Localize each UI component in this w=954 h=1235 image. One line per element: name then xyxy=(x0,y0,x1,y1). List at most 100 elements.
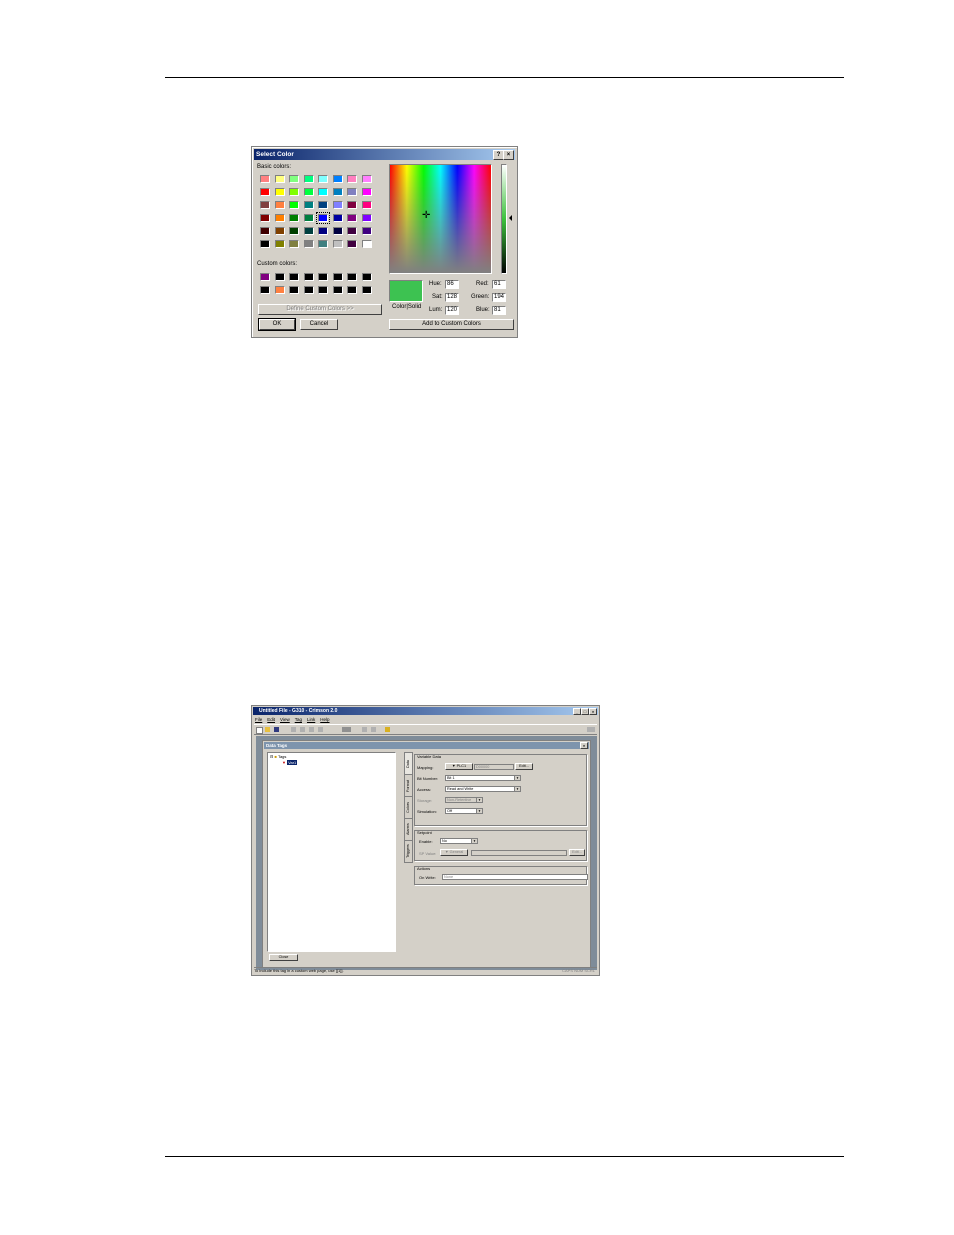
basic-color-swatch[interactable] xyxy=(347,175,357,183)
basic-color-swatch[interactable] xyxy=(318,201,328,209)
close-icon[interactable]: × xyxy=(503,150,514,160)
expand-icon[interactable]: ⊟ xyxy=(270,754,273,759)
custom-color-swatch[interactable] xyxy=(289,286,299,294)
basic-color-swatch[interactable] xyxy=(274,240,285,248)
basic-color-swatch[interactable] xyxy=(303,227,314,235)
window-close-icon[interactable]: × xyxy=(589,708,597,715)
basic-color-swatch[interactable] xyxy=(332,188,343,196)
tag-tree[interactable]: ⊟ ■ Tags ▼ Var1 xyxy=(267,752,396,952)
basic-color-swatch[interactable] xyxy=(347,201,357,209)
sat-field[interactable]: 128 xyxy=(445,293,459,302)
custom-color-swatch[interactable] xyxy=(332,273,343,281)
copy-icon[interactable] xyxy=(300,727,305,732)
basic-color-swatch[interactable] xyxy=(260,240,270,248)
paste-icon[interactable] xyxy=(309,727,314,732)
basic-color-swatch[interactable] xyxy=(289,175,299,183)
view-icon[interactable] xyxy=(342,727,351,732)
green-field[interactable]: 194 xyxy=(492,293,506,302)
custom-color-swatch[interactable] xyxy=(347,273,357,281)
mapping-edit-button[interactable]: Edit... xyxy=(515,763,533,770)
basic-color-swatch[interactable] xyxy=(347,227,357,235)
minimize-icon[interactable]: _ xyxy=(573,708,581,715)
blue-field[interactable]: 81 xyxy=(492,306,506,315)
custom-color-swatch[interactable] xyxy=(260,273,270,281)
basic-color-swatch[interactable] xyxy=(318,188,328,196)
basic-color-swatch[interactable] xyxy=(274,227,285,235)
ok-button[interactable]: OK xyxy=(258,318,296,331)
tab-alarms[interactable]: Alarms xyxy=(404,818,413,841)
on-write-field[interactable]: None xyxy=(442,874,588,880)
help-dropdown-icon[interactable] xyxy=(587,727,595,732)
basic-color-swatch[interactable] xyxy=(289,240,299,248)
save-icon[interactable] xyxy=(274,727,279,732)
basic-color-swatch[interactable] xyxy=(361,188,372,196)
basic-color-swatch[interactable] xyxy=(347,188,357,196)
basic-color-swatch[interactable] xyxy=(361,214,372,222)
basic-color-swatch[interactable] xyxy=(361,227,372,235)
basic-color-swatch[interactable] xyxy=(303,214,314,222)
luminosity-arrow-icon[interactable] xyxy=(509,215,512,221)
basic-color-swatch[interactable] xyxy=(303,240,314,248)
basic-color-swatch[interactable] xyxy=(361,201,372,209)
tab-data[interactable]: Data xyxy=(404,752,413,775)
custom-color-swatch[interactable] xyxy=(318,273,328,281)
red-field[interactable]: 61 xyxy=(492,280,506,289)
basic-color-swatch[interactable] xyxy=(260,175,270,183)
basic-color-swatch[interactable] xyxy=(274,175,285,183)
custom-color-swatch[interactable] xyxy=(318,286,328,294)
menu-tag[interactable]: Tag xyxy=(295,716,302,723)
child-close-icon[interactable]: × xyxy=(580,742,588,749)
custom-color-swatch[interactable] xyxy=(274,273,285,281)
basic-color-swatch[interactable] xyxy=(289,188,299,196)
cut-icon[interactable] xyxy=(291,727,296,732)
close-button[interactable]: Close xyxy=(269,954,298,961)
custom-color-swatch[interactable] xyxy=(303,273,314,281)
basic-color-swatch[interactable] xyxy=(274,201,285,209)
basic-color-swatch[interactable] xyxy=(318,175,328,183)
basic-color-swatch[interactable] xyxy=(289,201,299,209)
lightning-icon[interactable] xyxy=(385,727,390,732)
basic-color-swatch[interactable] xyxy=(260,214,270,222)
dropdown-arrow-icon[interactable]: ▼ xyxy=(471,839,477,843)
bit-number-select[interactable]: Bit 1 ▼ xyxy=(445,775,521,781)
custom-color-swatch[interactable] xyxy=(361,273,372,281)
basic-color-swatch[interactable] xyxy=(332,240,343,248)
menu-file[interactable]: File xyxy=(255,716,262,723)
custom-color-swatch[interactable] xyxy=(347,286,357,294)
custom-color-swatch[interactable] xyxy=(303,286,314,294)
basic-color-swatch[interactable] xyxy=(274,214,285,222)
tree-root[interactable]: ⊟ ■ Tags xyxy=(270,754,286,759)
simulation-select[interactable]: Off ▼ xyxy=(445,808,483,814)
basic-color-swatch[interactable] xyxy=(303,188,314,196)
menu-link[interactable]: Link xyxy=(307,716,315,723)
dropdown-arrow-icon[interactable]: ▼ xyxy=(476,809,482,813)
basic-color-swatch[interactable] xyxy=(274,188,285,196)
basic-color-swatch[interactable] xyxy=(318,240,328,248)
tab-colors[interactable]: Colors xyxy=(404,796,413,819)
basic-color-swatch[interactable] xyxy=(316,212,330,224)
tab-format[interactable]: Format xyxy=(404,774,413,797)
custom-color-swatch[interactable] xyxy=(274,286,285,294)
tree-item-var1[interactable]: ▼ Var1 xyxy=(282,760,298,765)
add-to-custom-colors-button[interactable]: Add to Custom Colors xyxy=(389,319,514,330)
basic-color-swatch[interactable] xyxy=(260,201,270,209)
delete-icon[interactable] xyxy=(318,727,323,732)
dropdown-arrow-icon[interactable]: ▼ xyxy=(514,776,520,780)
luminosity-slider[interactable] xyxy=(501,164,507,274)
custom-color-swatch[interactable] xyxy=(260,286,270,294)
basic-color-swatch[interactable] xyxy=(303,175,314,183)
tab-triggers[interactable]: Triggers xyxy=(404,840,413,863)
basic-color-swatch[interactable] xyxy=(303,201,314,209)
basic-color-swatch[interactable] xyxy=(347,214,357,222)
basic-color-swatch[interactable] xyxy=(361,240,372,248)
up-arrow-icon[interactable] xyxy=(362,727,367,732)
menu-edit[interactable]: Edit xyxy=(267,716,275,723)
lum-field[interactable]: 120 xyxy=(445,306,459,315)
custom-color-swatch[interactable] xyxy=(361,286,372,294)
basic-color-swatch[interactable] xyxy=(332,201,343,209)
maximize-icon[interactable]: □ xyxy=(581,708,589,715)
basic-color-swatch[interactable] xyxy=(260,188,270,196)
color-spectrum[interactable] xyxy=(389,164,492,274)
menu-view[interactable]: View xyxy=(280,716,290,723)
down-arrow-icon[interactable] xyxy=(371,727,376,732)
